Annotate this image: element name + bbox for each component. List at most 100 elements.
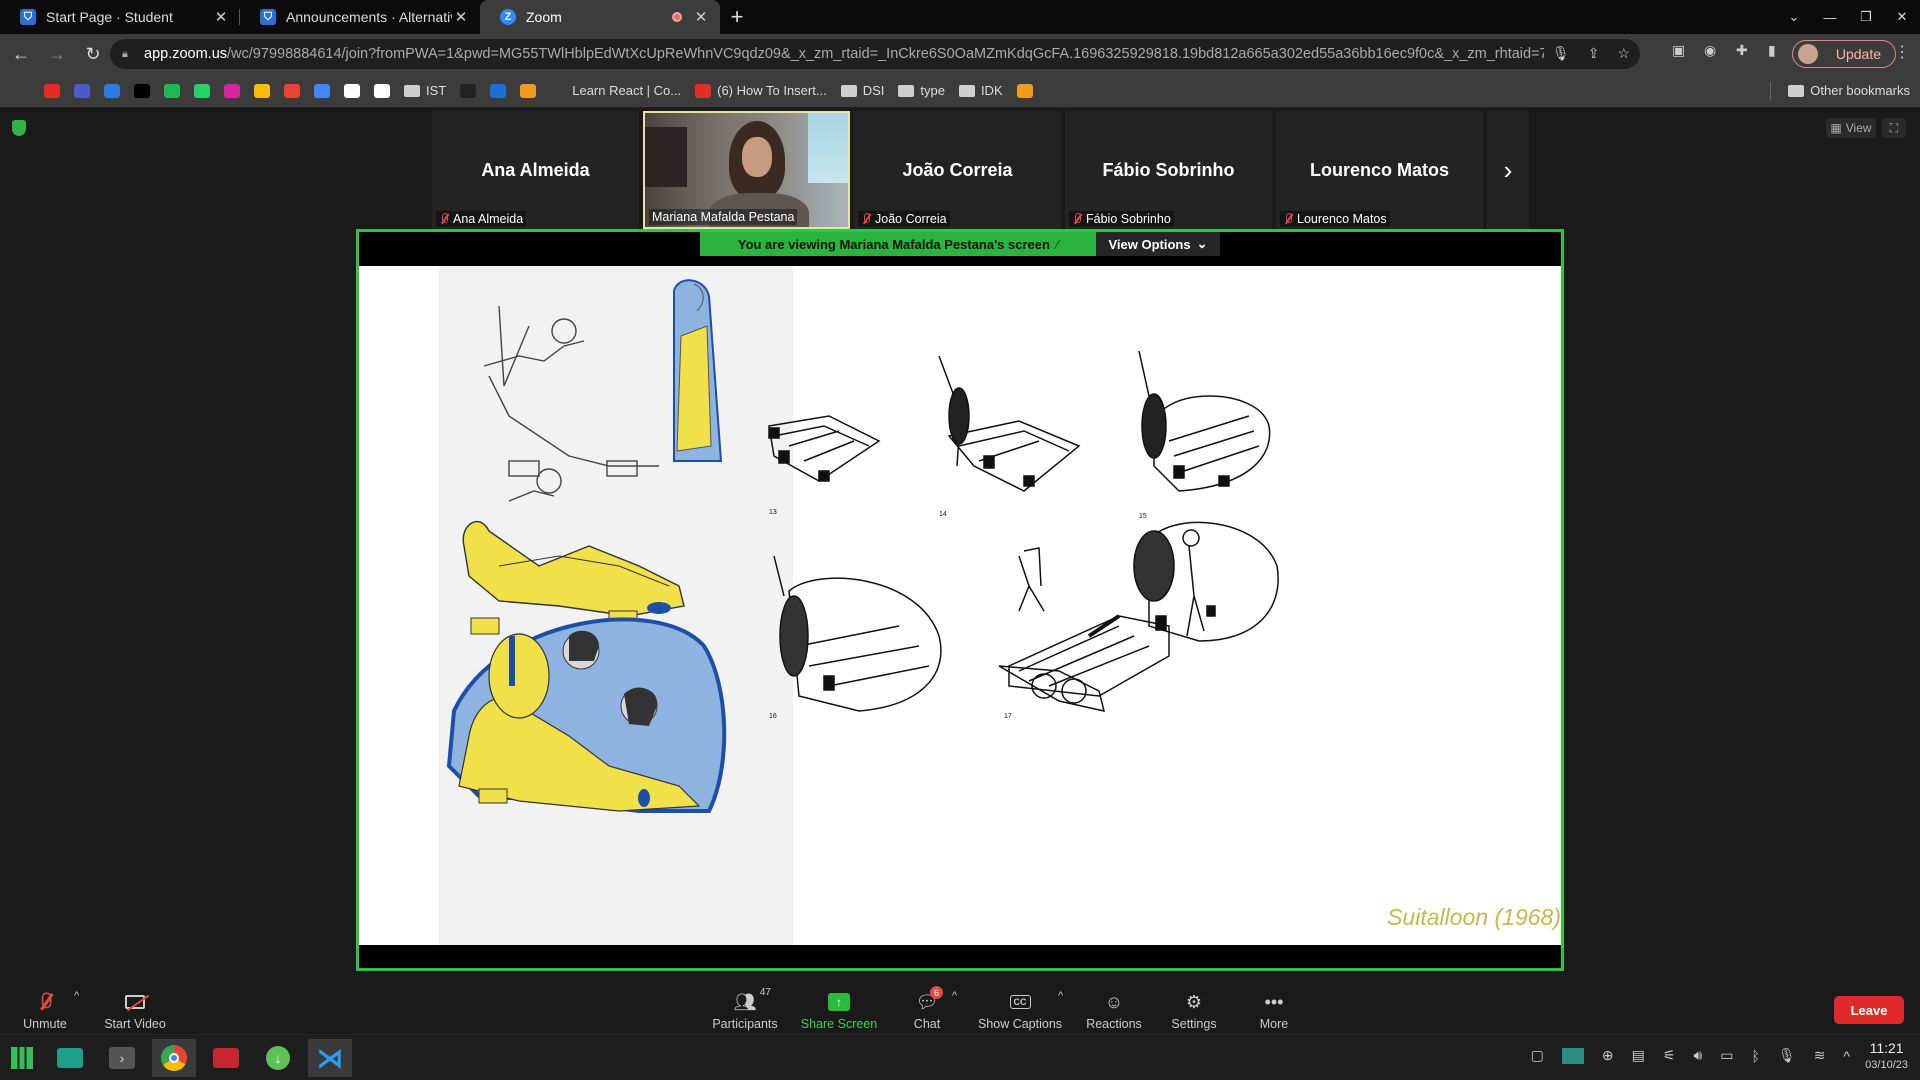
bookmark-item[interactable]: IDK bbox=[958, 83, 1003, 98]
star-icon bbox=[14, 83, 30, 98]
chevron-up-icon[interactable]: ^ bbox=[1843, 1048, 1850, 1064]
mic-icon[interactable]: 🎙︎ bbox=[1552, 45, 1570, 62]
bookmark-shortcut[interactable] bbox=[134, 83, 150, 98]
bluetooth-icon[interactable]: ᛒ bbox=[1752, 1048, 1760, 1064]
back-icon[interactable]: ← bbox=[6, 39, 36, 69]
files-icon[interactable] bbox=[48, 1039, 92, 1077]
wifi-icon[interactable]: ≋ bbox=[1814, 1047, 1826, 1064]
bookmark-shortcut[interactable] bbox=[284, 83, 300, 98]
clipboard-icon[interactable]: ▤ bbox=[1632, 1047, 1645, 1064]
participants-button[interactable]: 👥︎ 47 Participants bbox=[710, 984, 780, 1034]
leave-button[interactable]: Leave bbox=[1834, 996, 1904, 1024]
lock-icon[interactable]: 🔒︎ bbox=[122, 48, 136, 61]
bookmark-shortcut[interactable] bbox=[1016, 83, 1033, 98]
bookmark-shortcut[interactable] bbox=[374, 83, 390, 98]
restore-icon[interactable]: ❐ bbox=[1848, 9, 1884, 25]
close-window-icon[interactable]: ✕ bbox=[1884, 9, 1920, 25]
view-options-button[interactable]: View Options ⌄ bbox=[1096, 232, 1220, 256]
show-captions-button[interactable]: CC Show Captions bbox=[976, 984, 1064, 1034]
extension-icon[interactable]: ◉ bbox=[1704, 42, 1716, 59]
side-panel-icon[interactable]: ▮ bbox=[1768, 42, 1776, 59]
menu-icon[interactable]: ⋮ bbox=[1894, 42, 1910, 62]
battery-icon[interactable]: ▭ bbox=[1720, 1047, 1733, 1064]
unmute-button[interactable]: Unmute bbox=[16, 984, 74, 1034]
share-screen-button[interactable]: ↑ Share Screen bbox=[800, 984, 878, 1034]
terminal-icon[interactable]: › bbox=[100, 1039, 144, 1077]
bookmark-shortcut[interactable] bbox=[14, 83, 30, 98]
bookmark-item[interactable]: type bbox=[898, 83, 945, 98]
next-page-button[interactable]: › bbox=[1487, 111, 1529, 229]
bookmark-item[interactable]: (6) How To Insert... bbox=[695, 83, 827, 98]
bookmark-item[interactable]: IST bbox=[404, 83, 446, 98]
participant-tile[interactable]: Lourenco Matos Lourenco Matos bbox=[1276, 111, 1483, 229]
bookmark-shortcut[interactable] bbox=[194, 83, 210, 98]
share-icon[interactable]: ⇪ bbox=[1588, 45, 1600, 62]
chevron-up-icon[interactable]: ^ bbox=[1058, 990, 1063, 1002]
participant-name-tag: Lourenco Matos bbox=[1280, 211, 1390, 227]
minimize-icon[interactable]: — bbox=[1812, 10, 1848, 25]
mic-icon[interactable]: 🎙︎ bbox=[1778, 1047, 1796, 1064]
other-bookmarks-folder[interactable]: Other bookmarks bbox=[1788, 83, 1910, 98]
volume-icon[interactable]: 🔊︎ bbox=[1693, 1047, 1702, 1064]
window-icon[interactable]: ▢ bbox=[1531, 1047, 1544, 1064]
tab-search-icon[interactable]: ⌄ bbox=[1776, 9, 1812, 25]
bookmark-shortcut[interactable] bbox=[254, 83, 270, 98]
tab-zoom[interactable]: Z Zoom ✕ bbox=[480, 0, 720, 34]
view-button[interactable]: ▦ View bbox=[1826, 118, 1876, 138]
bookmark-shortcut[interactable] bbox=[314, 83, 330, 98]
more-button[interactable]: ••• More bbox=[1254, 984, 1294, 1034]
toolbox-icon[interactable] bbox=[204, 1039, 248, 1077]
bookmark-shortcut[interactable] bbox=[74, 83, 90, 98]
screen-icon[interactable] bbox=[1561, 1047, 1584, 1064]
bookmark-item[interactable]: DSI bbox=[840, 83, 884, 98]
tab-start-page[interactable]: ⛉ Start Page · Student ✕ bbox=[0, 0, 240, 34]
start-video-button[interactable]: Start Video bbox=[100, 984, 170, 1034]
suitalloon-sequence-drawings bbox=[768, 350, 1279, 712]
update-icon[interactable]: ⊕ bbox=[1602, 1047, 1614, 1064]
participant-tile[interactable]: João Correia João Correia bbox=[854, 111, 1061, 229]
participant-tile[interactable]: Fábio Sobrinho Fábio Sobrinho bbox=[1065, 111, 1272, 229]
clock[interactable]: 11:21 03/10/23 bbox=[1865, 1040, 1908, 1074]
reload-icon[interactable]: ↻ bbox=[78, 39, 108, 69]
chevron-up-icon[interactable]: ^ bbox=[952, 990, 957, 1002]
chevron-up-icon[interactable]: ^ bbox=[74, 990, 79, 1002]
fullscreen-icon[interactable]: ⛶ bbox=[1882, 118, 1906, 138]
bookmark-shortcut[interactable] bbox=[520, 83, 537, 98]
new-tab-button[interactable]: + bbox=[720, 0, 754, 34]
bookmark-shortcut[interactable] bbox=[460, 83, 477, 98]
bookmark-shortcut[interactable] bbox=[44, 83, 60, 98]
close-tab-icon[interactable]: ✕ bbox=[212, 8, 230, 26]
tab-announcements[interactable]: ⛉ Announcements · Alternative ✕ bbox=[240, 0, 480, 34]
chrome-icon[interactable] bbox=[152, 1039, 196, 1077]
address-bar[interactable]: 🔒︎ app.zoom.us/wc/97998884614/join?fromP… bbox=[110, 39, 1640, 69]
bookmark-shortcut[interactable] bbox=[344, 83, 360, 98]
network-icon[interactable]: ⚟ bbox=[1663, 1047, 1676, 1064]
bookmark-star-icon[interactable]: ☆ bbox=[1617, 45, 1630, 62]
bookmark-shortcut[interactable] bbox=[164, 83, 180, 98]
forward-icon[interactable]: → bbox=[42, 39, 72, 69]
extension-icon[interactable]: ▣ bbox=[1672, 42, 1685, 59]
bookmark-item[interactable]: Learn React | Co... bbox=[550, 83, 681, 98]
participant-display-name: Lourenco Matos bbox=[1309, 159, 1449, 180]
participant-tile[interactable]: Ana Almeida Ana Almeida bbox=[432, 111, 639, 229]
profile-avatar[interactable] bbox=[1798, 44, 1818, 64]
bookmark-shortcut[interactable] bbox=[490, 83, 507, 98]
settings-button[interactable]: ⚙ Settings bbox=[1168, 984, 1220, 1034]
people-icon: 👥︎ 47 bbox=[733, 987, 771, 1012]
close-tab-icon[interactable]: ✕ bbox=[452, 8, 470, 26]
mic-muted-icon bbox=[31, 990, 59, 1014]
security-shield-icon[interactable] bbox=[12, 120, 26, 136]
participant-video-tile[interactable]: Mariana Mafalda Pestana bbox=[643, 111, 850, 229]
manjaro-icon[interactable] bbox=[0, 1039, 44, 1077]
star-box-icon bbox=[460, 83, 477, 98]
zoom-icon: Z bbox=[500, 9, 516, 25]
download-icon[interactable]: ↓ bbox=[256, 1039, 300, 1077]
puzzle-icon[interactable]: ✚ bbox=[1736, 42, 1748, 59]
reactions-button[interactable]: ☺ Reactions bbox=[1084, 984, 1144, 1034]
bookmark-shortcut[interactable] bbox=[104, 83, 120, 98]
chat-button[interactable]: 💬︎ 6 Chat bbox=[905, 984, 949, 1034]
participant-display-name: João Correia bbox=[902, 159, 1013, 180]
vscode-icon[interactable]: ⋊ bbox=[308, 1039, 352, 1077]
bookmark-shortcut[interactable] bbox=[224, 83, 240, 98]
close-tab-icon[interactable]: ✕ bbox=[692, 8, 710, 26]
